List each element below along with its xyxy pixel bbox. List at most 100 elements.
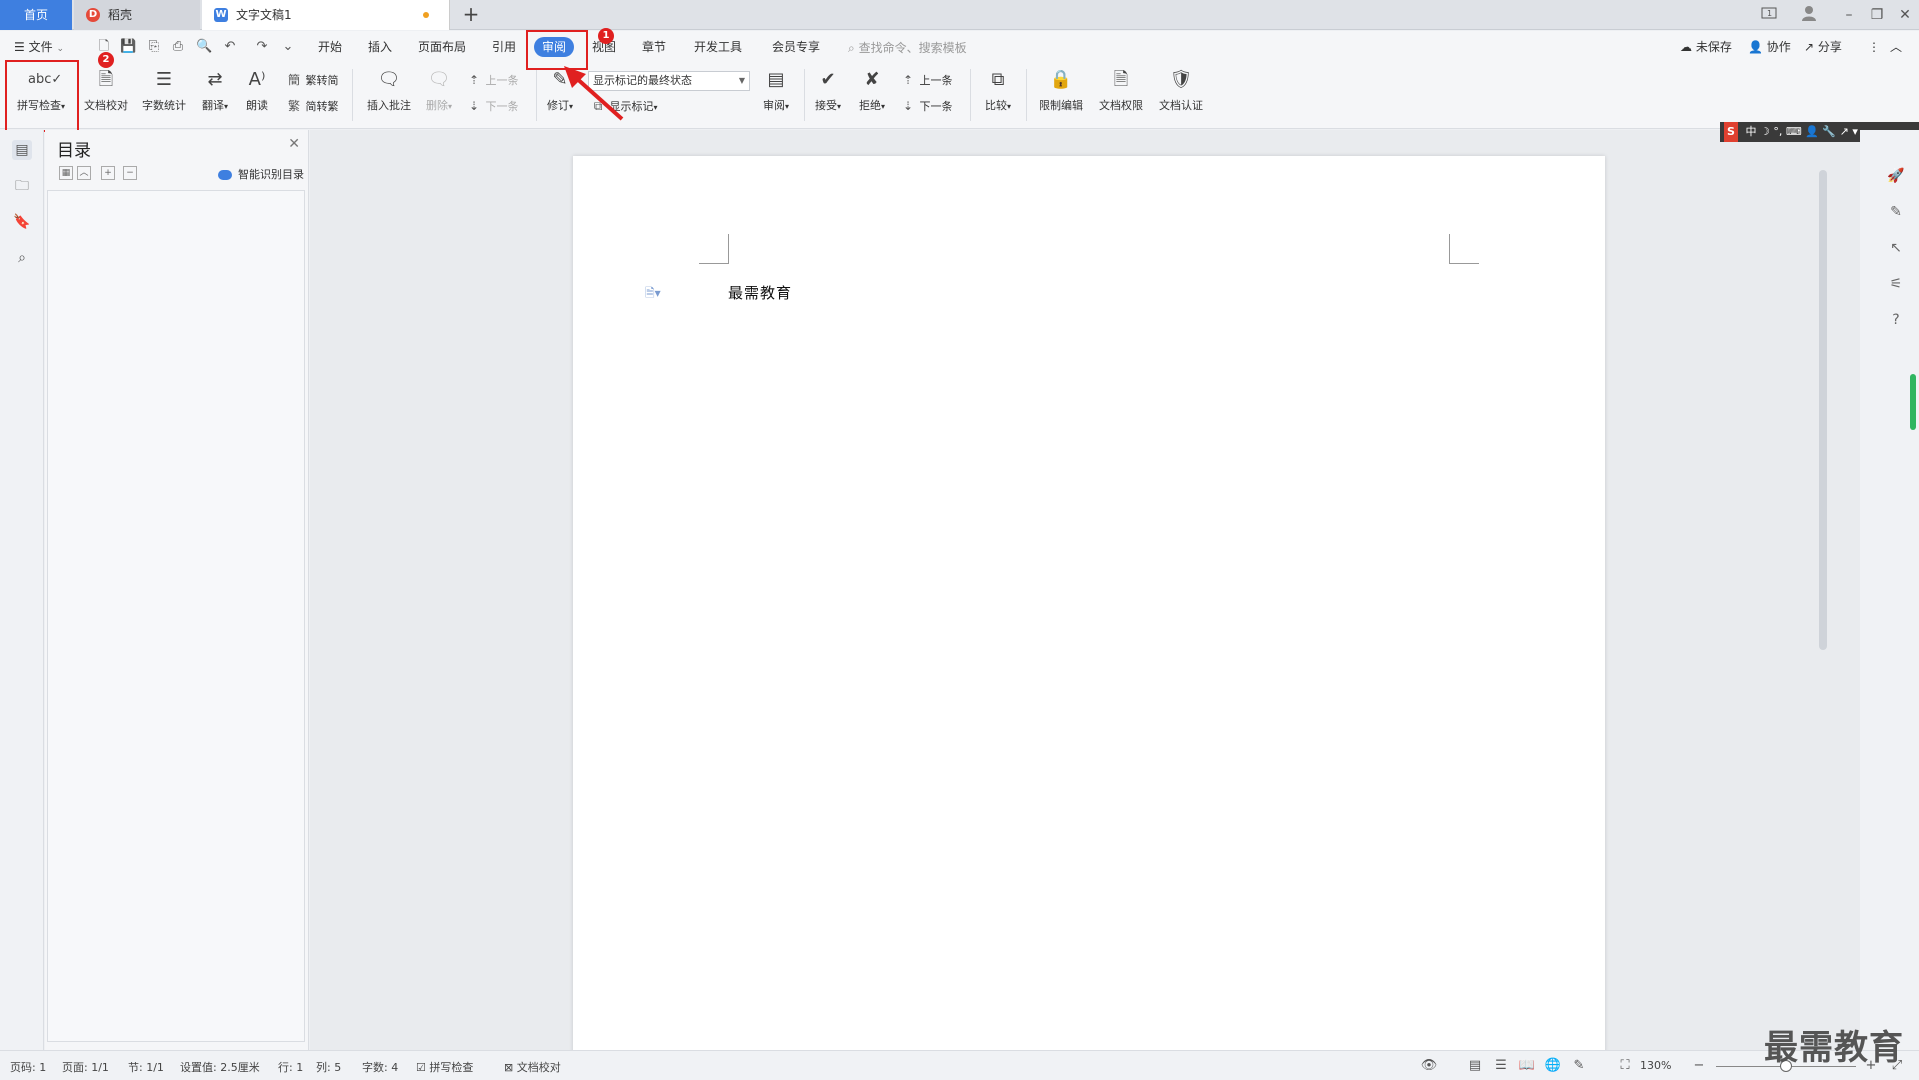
status-spell-check-label: 拼写检查 xyxy=(429,1061,474,1074)
status-word-count[interactable]: 字数: 4 xyxy=(362,1059,398,1075)
insert-comment-button[interactable]: 🗨 插入批注 xyxy=(362,67,416,113)
scrollbar-thumb[interactable] xyxy=(1819,170,1827,650)
show-markup-button[interactable]: ⧉ 显示标记▾ xyxy=(590,97,658,115)
collapse-ribbon-icon[interactable]: ︿ xyxy=(1890,37,1902,57)
simp-to-trad-button[interactable]: 繁 简转繁 xyxy=(286,97,339,115)
insert-comment-icon: 🗨 xyxy=(377,69,401,90)
expand-icon[interactable]: + xyxy=(101,166,115,180)
doc-proofread-icon: 🗎 xyxy=(98,69,114,90)
chapter-nav-icon[interactable]: 🗀 xyxy=(12,176,32,196)
rocket-icon[interactable]: 🚀 xyxy=(1886,166,1906,186)
undo-icon[interactable]: ↶ xyxy=(222,39,238,55)
pen-icon[interactable]: ✎ xyxy=(1886,202,1906,222)
doc-rights-label: 文档权限 xyxy=(1099,99,1143,112)
outline-view-icon[interactable]: ☰ xyxy=(1492,1057,1510,1075)
save-icon[interactable]: 💾 xyxy=(120,39,136,55)
toc-panel: 目录 ✕ ▦ ︿ + − 智能识别目录 xyxy=(45,130,309,1050)
doc-rights-button[interactable]: 🗎 文档权限 xyxy=(1094,67,1148,113)
accept-button[interactable]: ✔ 接受▾ xyxy=(810,67,846,113)
page-view-icon[interactable]: ▤ xyxy=(1466,1057,1484,1075)
smart-toc-button[interactable]: 智能识别目录 xyxy=(217,166,304,182)
spell-check-button[interactable]: abc✓ 拼写检查▾ xyxy=(10,67,72,113)
new-tab-button[interactable]: + xyxy=(460,4,482,26)
step-badge-1: 1 xyxy=(598,28,614,44)
paragraph-layout-icon[interactable]: 🗎▾ xyxy=(645,284,661,305)
toc-level-icon[interactable]: ▦ xyxy=(59,166,73,180)
read-aloud-button[interactable]: A⁾ 朗读 xyxy=(240,67,274,113)
cursor-icon[interactable]: ↖ xyxy=(1886,238,1906,258)
delete-comment-button[interactable]: 🗨 删除▾ xyxy=(420,67,458,113)
status-spell-check[interactable]: ☑ 拼写检查 xyxy=(416,1059,473,1075)
collapse-icon[interactable]: − xyxy=(123,166,137,180)
user-avatar-icon[interactable] xyxy=(1796,4,1822,26)
close-window-icon[interactable]: ✕ xyxy=(1892,4,1918,26)
restrict-editing-button[interactable]: 🔒 限制编辑 xyxy=(1034,67,1088,113)
search-icon: ⌕ xyxy=(848,41,855,55)
write-view-icon[interactable]: ✎ xyxy=(1570,1057,1588,1075)
menu-insert[interactable]: 插入 xyxy=(368,37,392,57)
redo-icon[interactable]: ↷ xyxy=(254,39,270,55)
next-comment-button[interactable]: ⇣ 下一条 xyxy=(466,97,519,115)
fit-page-icon[interactable]: ⛶ xyxy=(1616,1057,1634,1075)
menu-references[interactable]: 引用 xyxy=(492,37,516,57)
menu-home[interactable]: 开始 xyxy=(318,37,342,57)
collaborate-button[interactable]: 👤 协作 xyxy=(1748,37,1791,57)
track-changes-button[interactable]: ✎ 修订▾ xyxy=(542,67,578,113)
tab-document[interactable]: W 文字文稿1 xyxy=(202,0,450,30)
more-options-icon[interactable]: ⋮ xyxy=(1868,37,1880,57)
close-icon[interactable]: ✕ xyxy=(288,136,300,152)
file-menu[interactable]: ☰ 文件 ⌄ xyxy=(14,37,64,57)
next-change-button[interactable]: ⇣ 下一条 xyxy=(900,97,953,115)
menu-developer[interactable]: 开发工具 xyxy=(694,37,742,57)
sliders-icon[interactable]: ⚟ xyxy=(1886,274,1906,294)
eye-protection-icon[interactable]: 👁 xyxy=(1420,1057,1438,1075)
search-icon[interactable]: ⌕ xyxy=(12,248,32,268)
delete-comment-label: 删除 xyxy=(425,99,448,112)
markup-state-select[interactable]: 显示标记的最终状态 ▼ xyxy=(588,71,750,91)
collapse-all-icon[interactable]: ︿ xyxy=(77,166,91,180)
word-count-button[interactable]: ☰ 字数统计 xyxy=(138,67,190,113)
review-pane-button[interactable]: ▤ 审阅▾ xyxy=(756,67,796,113)
tab-daoke[interactable]: D 稻壳 xyxy=(74,0,200,30)
print-preview-icon[interactable]: 🔍 xyxy=(196,39,212,55)
document-page[interactable]: 🗎▾ 最需教育 xyxy=(573,156,1605,1056)
prev-change-button[interactable]: ⇡ 上一条 xyxy=(900,71,953,89)
translate-button[interactable]: ⇄ 翻译▾ xyxy=(196,67,234,113)
ime-language[interactable]: 中 xyxy=(1746,125,1757,138)
command-search[interactable]: ⌕ 查找命令、搜索模板 xyxy=(848,39,967,56)
restore-icon[interactable]: ❐ xyxy=(1864,4,1890,26)
menu-review[interactable]: 审阅 xyxy=(534,37,575,57)
tab-home[interactable]: 首页 xyxy=(0,0,72,30)
next-change-icon: ⇣ xyxy=(902,99,914,113)
toc-panel-icon[interactable]: ▤ xyxy=(12,140,32,160)
document-text[interactable]: 最需教育 xyxy=(728,282,792,303)
print-icon[interactable]: ⎙ xyxy=(170,39,186,55)
menu-chapter[interactable]: 章节 xyxy=(642,37,666,57)
window-count-icon[interactable]: 1 xyxy=(1756,4,1782,26)
zoom-level[interactable]: 130% xyxy=(1640,1059,1671,1072)
compare-button[interactable]: ⧉ 比较▾ xyxy=(978,67,1018,113)
web-view-icon[interactable]: 🌐 xyxy=(1544,1057,1562,1075)
trad-to-simp-button[interactable]: 簡 繁转简 xyxy=(286,71,339,89)
ribbon-separator xyxy=(804,69,805,121)
doc-proofread-button[interactable]: 🗎 文档校对 xyxy=(80,67,132,113)
customize-toolbar-icon[interactable]: ⌄ xyxy=(280,39,296,55)
menu-page-layout[interactable]: 页面布局 xyxy=(418,37,466,57)
delete-comment-icon: 🗨 xyxy=(427,69,451,90)
restrict-editing-label: 限制编辑 xyxy=(1039,99,1083,112)
bookmark-icon[interactable]: 🔖 xyxy=(12,212,32,232)
format-painter-icon[interactable]: ⎘ xyxy=(146,39,162,55)
help-icon[interactable]: ? xyxy=(1886,310,1906,330)
share-button[interactable]: ↗ 分享 xyxy=(1804,37,1842,57)
vertical-scrollbar[interactable] xyxy=(1818,160,1828,990)
prev-comment-button[interactable]: ⇡ 上一条 xyxy=(466,71,519,89)
doc-certify-button[interactable]: 🛡 文档认证 xyxy=(1154,67,1208,113)
minimize-icon[interactable]: – xyxy=(1836,4,1862,26)
menu-member[interactable]: 会员专享 xyxy=(772,37,820,57)
status-doc-proof[interactable]: ⊠ 文档校对 xyxy=(504,1059,561,1075)
status-page[interactable]: 页面: 1/1 xyxy=(62,1059,109,1075)
reading-view-icon[interactable]: 📖 xyxy=(1518,1057,1536,1075)
reject-button[interactable]: ✘ 拒绝▾ xyxy=(854,67,890,113)
unsaved-cloud-button[interactable]: ☁ 未保存 xyxy=(1680,37,1732,57)
zoom-out-icon[interactable]: − xyxy=(1690,1057,1708,1075)
